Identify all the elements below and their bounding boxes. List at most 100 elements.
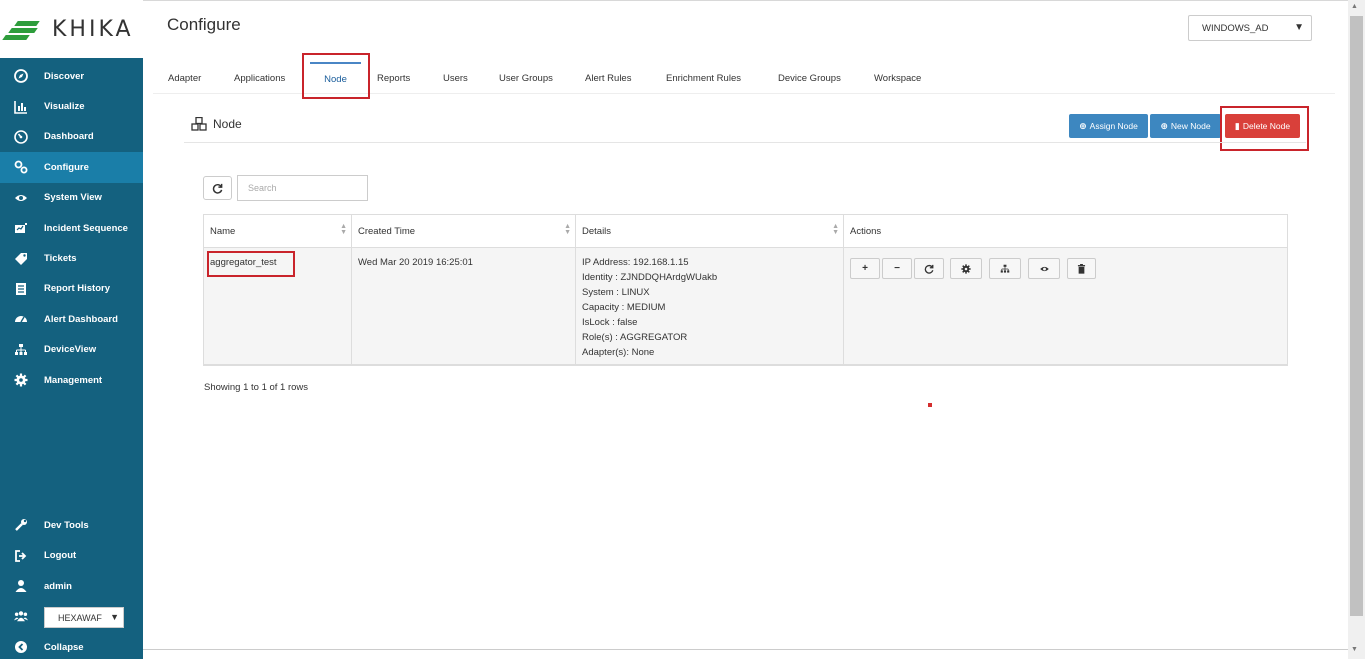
sidebar-item-collapse[interactable]: Collapse bbox=[0, 632, 143, 659]
panel-title: Node bbox=[191, 117, 242, 131]
scrollbar-thumb[interactable] bbox=[1350, 16, 1363, 616]
tab-reports[interactable]: Reports bbox=[377, 62, 410, 94]
tab-enrichment-rules[interactable]: Enrichment Rules bbox=[666, 62, 741, 94]
column-header-created[interactable]: Created Time ▲ ▼ bbox=[352, 215, 576, 248]
node-table: Name ▲ ▼ Created Time ▲ ▼ Details ▲ ▼ Actio… bbox=[203, 214, 1288, 366]
column-header-actions: Actions bbox=[844, 215, 1287, 248]
minus-icon: − bbox=[894, 263, 900, 274]
topology-action-button[interactable] bbox=[989, 258, 1021, 279]
eye-icon bbox=[1039, 266, 1049, 271]
sort-icon: ▲ ▼ bbox=[340, 223, 347, 236]
tab-workspace[interactable]: Workspace bbox=[874, 62, 921, 94]
caret-down-icon: ▼ bbox=[110, 612, 119, 622]
sort-icon: ▲ ▼ bbox=[832, 223, 839, 236]
sidebar-item-label: DeviceView bbox=[44, 344, 97, 356]
chevron-left-icon bbox=[12, 640, 30, 654]
bar-chart-icon bbox=[12, 100, 30, 114]
gauge-icon bbox=[12, 312, 30, 326]
sidebar-item-logout[interactable]: Logout bbox=[0, 541, 143, 572]
sidebar-item-dashboard[interactable]: Dashboard bbox=[0, 122, 143, 152]
table-row: aggregator_test Wed Mar 20 2019 16:25:01… bbox=[204, 248, 1287, 365]
sidebar-item-label: Visualize bbox=[44, 101, 85, 113]
logo: KHIKA bbox=[0, 0, 143, 58]
table-header: Name ▲ ▼ Created Time ▲ ▼ Details ▲ ▼ Actio… bbox=[204, 215, 1287, 248]
sidebar-item-visualize[interactable]: Visualize bbox=[0, 91, 143, 121]
sitemap-icon bbox=[1000, 264, 1010, 273]
sitemap-icon bbox=[12, 343, 30, 357]
sidebar-item-incident-sequence[interactable]: Incident Sequence bbox=[0, 213, 143, 243]
sidebar-item-label: Dev Tools bbox=[44, 519, 89, 531]
settings-action-button[interactable] bbox=[950, 258, 982, 279]
remove-action-button[interactable]: − bbox=[882, 258, 912, 279]
sidebar-item-tickets[interactable]: Tickets bbox=[0, 243, 143, 273]
sidebar-item-label: Collapse bbox=[44, 641, 84, 653]
new-node-label: New Node bbox=[1170, 121, 1211, 131]
refresh-icon bbox=[212, 183, 223, 194]
workspace-select[interactable]: WINDOWS_AD ▼ bbox=[1188, 15, 1312, 41]
sidebar-item-label: Configure bbox=[44, 161, 89, 173]
column-header-label: Actions bbox=[850, 226, 882, 237]
sidebar-item-system-view[interactable]: System View bbox=[0, 183, 143, 213]
sidebar-item-label: Incident Sequence bbox=[44, 222, 128, 234]
detail-adapters: Adapter(s): None bbox=[582, 347, 655, 358]
logout-icon bbox=[12, 549, 30, 563]
view-action-button[interactable] bbox=[1028, 258, 1060, 279]
tab-device-groups[interactable]: Device Groups bbox=[778, 62, 841, 94]
detail-islock: IsLock : false bbox=[582, 317, 638, 328]
sidebar-bottom-nav: Dev Tools Logout admin bbox=[0, 510, 143, 602]
app-root: KHIKA Discover Visualize Dashboard Confi… bbox=[0, 0, 1365, 659]
refresh-icon bbox=[924, 264, 934, 274]
sidebar-item-label: Discover bbox=[44, 70, 85, 82]
scroll-down-icon[interactable]: ▼ bbox=[1351, 646, 1358, 653]
sidebar-item-alert-dashboard[interactable]: Alert Dashboard bbox=[0, 304, 143, 334]
list-icon bbox=[12, 282, 30, 296]
sidebar-item-management[interactable]: Management bbox=[0, 365, 143, 395]
refresh-action-button[interactable] bbox=[914, 258, 944, 279]
refresh-button[interactable] bbox=[203, 176, 232, 200]
highlight-node-tab bbox=[302, 53, 370, 99]
tab-users[interactable]: Users bbox=[443, 62, 468, 94]
column-header-details[interactable]: Details ▲ ▼ bbox=[576, 215, 844, 248]
detail-capacity: Capacity : MEDIUM bbox=[582, 302, 666, 313]
tab-adapter[interactable]: Adapter bbox=[168, 62, 201, 94]
new-node-button[interactable]: ⊕ New Node bbox=[1150, 114, 1221, 138]
highlight-delete-button bbox=[1220, 106, 1309, 151]
tenant-select-value: HEXAWAF bbox=[58, 612, 102, 623]
sidebar-item-deviceview[interactable]: DeviceView bbox=[0, 335, 143, 365]
sidebar-item-dev-tools[interactable]: Dev Tools bbox=[0, 510, 143, 541]
plus-icon: + bbox=[862, 263, 868, 274]
sidebar-item-report-history[interactable]: Report History bbox=[0, 274, 143, 304]
plus-circle-icon: ⊕ bbox=[1160, 120, 1168, 131]
caret-down-icon: ▼ bbox=[1294, 22, 1304, 33]
sidebar-item-discover[interactable]: Discover bbox=[0, 61, 143, 91]
sidebar-item-label: System View bbox=[44, 192, 102, 204]
tenant-select[interactable]: HEXAWAF ▼ bbox=[44, 607, 124, 628]
logo-mark-icon bbox=[2, 17, 40, 41]
plus-circle-icon: ⊕ bbox=[1079, 120, 1087, 131]
sidebar-item-admin[interactable]: admin bbox=[0, 571, 143, 602]
column-header-label: Details bbox=[582, 226, 612, 237]
marker-dot bbox=[928, 403, 932, 407]
detail-roles: Role(s) : AGGREGATOR bbox=[582, 332, 688, 343]
detail-ip: IP Address: 192.168.1.15 bbox=[582, 257, 689, 268]
search-input[interactable] bbox=[237, 175, 368, 201]
sidebar-item-label: Tickets bbox=[44, 253, 77, 265]
sidebar-item-configure[interactable]: Configure bbox=[0, 152, 143, 183]
scroll-up-icon[interactable]: ▲ bbox=[1351, 3, 1358, 10]
detail-identity: Identity : ZJNDDQHArdgWUakb bbox=[582, 272, 718, 283]
tab-alert-rules[interactable]: Alert Rules bbox=[585, 62, 631, 94]
sidebar: KHIKA Discover Visualize Dashboard Confi… bbox=[0, 0, 143, 659]
logo-text: KHIKA bbox=[52, 16, 134, 42]
gear-icon bbox=[12, 373, 30, 387]
workspace-select-value: WINDOWS_AD bbox=[1202, 22, 1269, 34]
pagination-info: Showing 1 to 1 of 1 rows bbox=[204, 382, 309, 393]
add-action-button[interactable]: + bbox=[850, 258, 880, 279]
assign-node-button[interactable]: ⊕ Assign Node bbox=[1069, 114, 1148, 138]
tab-user-groups[interactable]: User Groups bbox=[499, 62, 553, 94]
cell-created: Wed Mar 20 2019 16:25:01 bbox=[352, 248, 576, 365]
delete-action-button[interactable] bbox=[1067, 258, 1096, 279]
cell-details: IP Address: 192.168.1.15 Identity : ZJND… bbox=[576, 248, 844, 365]
tab-applications[interactable]: Applications bbox=[234, 62, 285, 94]
trash-icon bbox=[1077, 263, 1086, 274]
column-header-name[interactable]: Name ▲ ▼ bbox=[204, 215, 352, 248]
